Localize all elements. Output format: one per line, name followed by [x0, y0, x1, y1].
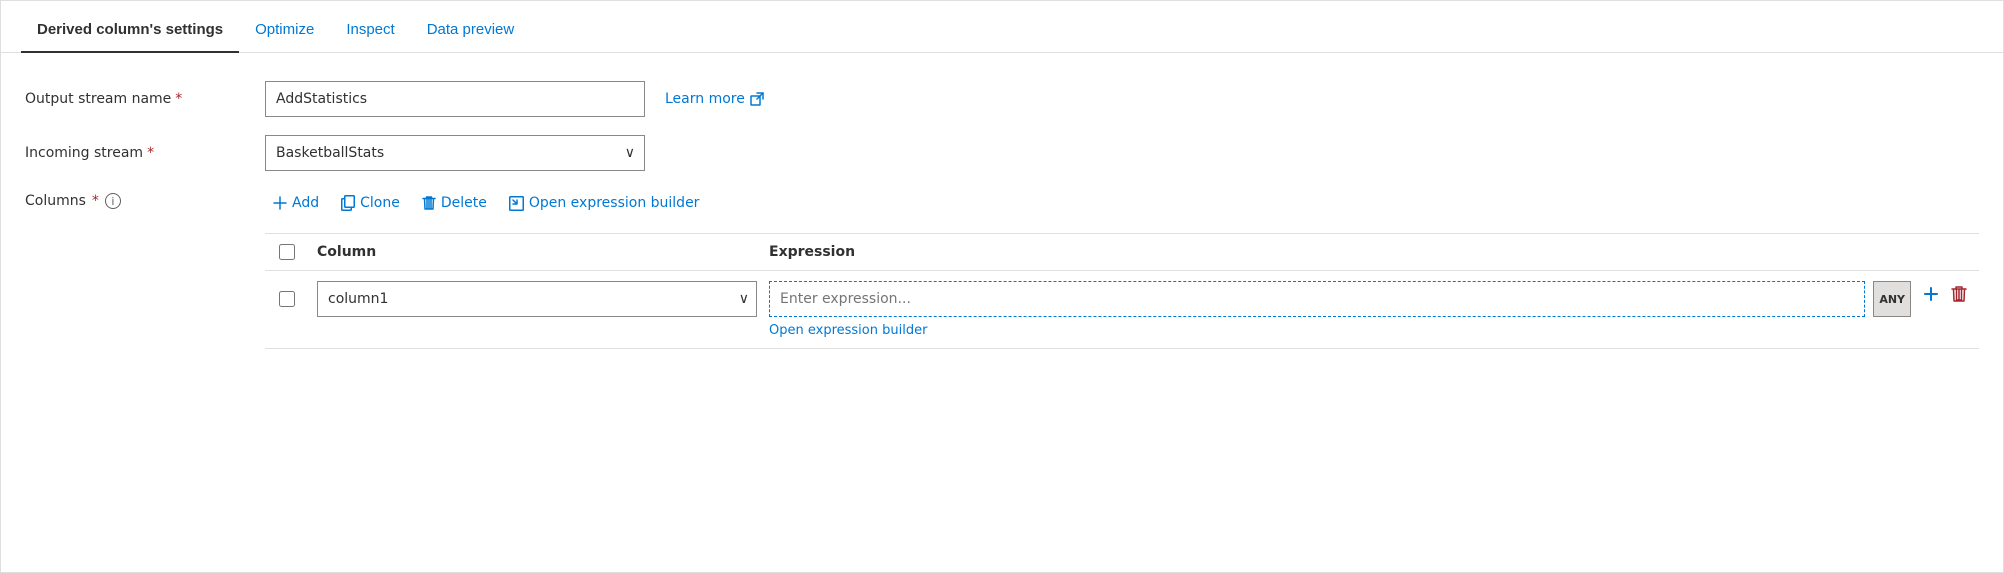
- expression-area: ANY Open expression builder: [769, 281, 1911, 338]
- delete-icon: [422, 195, 436, 211]
- columns-required: *: [92, 193, 99, 209]
- output-stream-control-area: Learn more: [265, 81, 1979, 117]
- row-delete-icon: [1951, 285, 1967, 303]
- clone-icon: [341, 195, 355, 211]
- select-all-checkbox[interactable]: [279, 244, 295, 260]
- columns-table: Column Expression column1: [265, 233, 1979, 349]
- clone-button[interactable]: Clone: [333, 189, 408, 217]
- row-checkbox[interactable]: [279, 291, 295, 307]
- row-add-button[interactable]: [1919, 282, 1943, 306]
- tab-data-preview[interactable]: Data preview: [411, 7, 531, 52]
- tab-inspect[interactable]: Inspect: [330, 7, 410, 52]
- add-icon: [273, 196, 287, 210]
- expression-input[interactable]: [769, 281, 1865, 317]
- table-row: column1 ∨ ANY Open expression builder: [265, 271, 1979, 349]
- expression-input-row: ANY: [769, 281, 1911, 317]
- learn-more-link[interactable]: Learn more: [665, 91, 764, 107]
- tab-optimize[interactable]: Optimize: [239, 7, 330, 52]
- external-link-icon: [750, 92, 764, 106]
- add-button[interactable]: Add: [265, 189, 327, 217]
- columns-label-area: Columns * i: [25, 189, 265, 209]
- columns-section: Columns * i Add: [25, 189, 1979, 349]
- output-stream-label: Output stream name *: [25, 91, 265, 107]
- incoming-stream-control-area: BasketballStats ∨: [265, 135, 1979, 171]
- incoming-stream-select[interactable]: BasketballStats: [265, 135, 645, 171]
- column-select[interactable]: column1: [317, 281, 757, 317]
- incoming-stream-required: *: [147, 145, 154, 161]
- row-actions: [1911, 281, 1979, 307]
- incoming-stream-select-wrapper: BasketballStats ∨: [265, 135, 645, 171]
- tab-bar: Derived column's settings Optimize Inspe…: [1, 1, 2003, 53]
- row-add-icon: [1923, 286, 1939, 302]
- column-select-wrapper: column1 ∨: [309, 281, 769, 317]
- info-icon: i: [105, 193, 121, 209]
- content-area: Output stream name * Learn more Incoming…: [1, 53, 2003, 377]
- output-stream-input[interactable]: [265, 81, 645, 117]
- any-badge: ANY: [1873, 281, 1911, 317]
- open-expression-builder-toolbar-button[interactable]: Open expression builder: [501, 189, 708, 217]
- delete-button[interactable]: Delete: [414, 189, 495, 217]
- incoming-stream-row: Incoming stream * BasketballStats ∨: [25, 135, 1979, 171]
- columns-header: Columns * i Add: [25, 189, 1979, 349]
- incoming-stream-label: Incoming stream *: [25, 145, 265, 161]
- columns-body: Add Clone: [265, 189, 1979, 349]
- expression-header: Expression: [769, 244, 1979, 260]
- column-header: Column: [309, 244, 769, 260]
- output-stream-row: Output stream name * Learn more: [25, 81, 1979, 117]
- open-expression-builder-link[interactable]: Open expression builder: [769, 323, 1911, 338]
- derived-column-settings-panel: Derived column's settings Optimize Inspe…: [0, 0, 2004, 573]
- tab-settings[interactable]: Derived column's settings: [21, 7, 239, 52]
- open-expression-icon: [509, 196, 524, 211]
- row-delete-button[interactable]: [1947, 281, 1971, 307]
- table-header: Column Expression: [265, 234, 1979, 271]
- output-stream-required: *: [175, 91, 182, 107]
- columns-toolbar: Add Clone: [265, 189, 1979, 217]
